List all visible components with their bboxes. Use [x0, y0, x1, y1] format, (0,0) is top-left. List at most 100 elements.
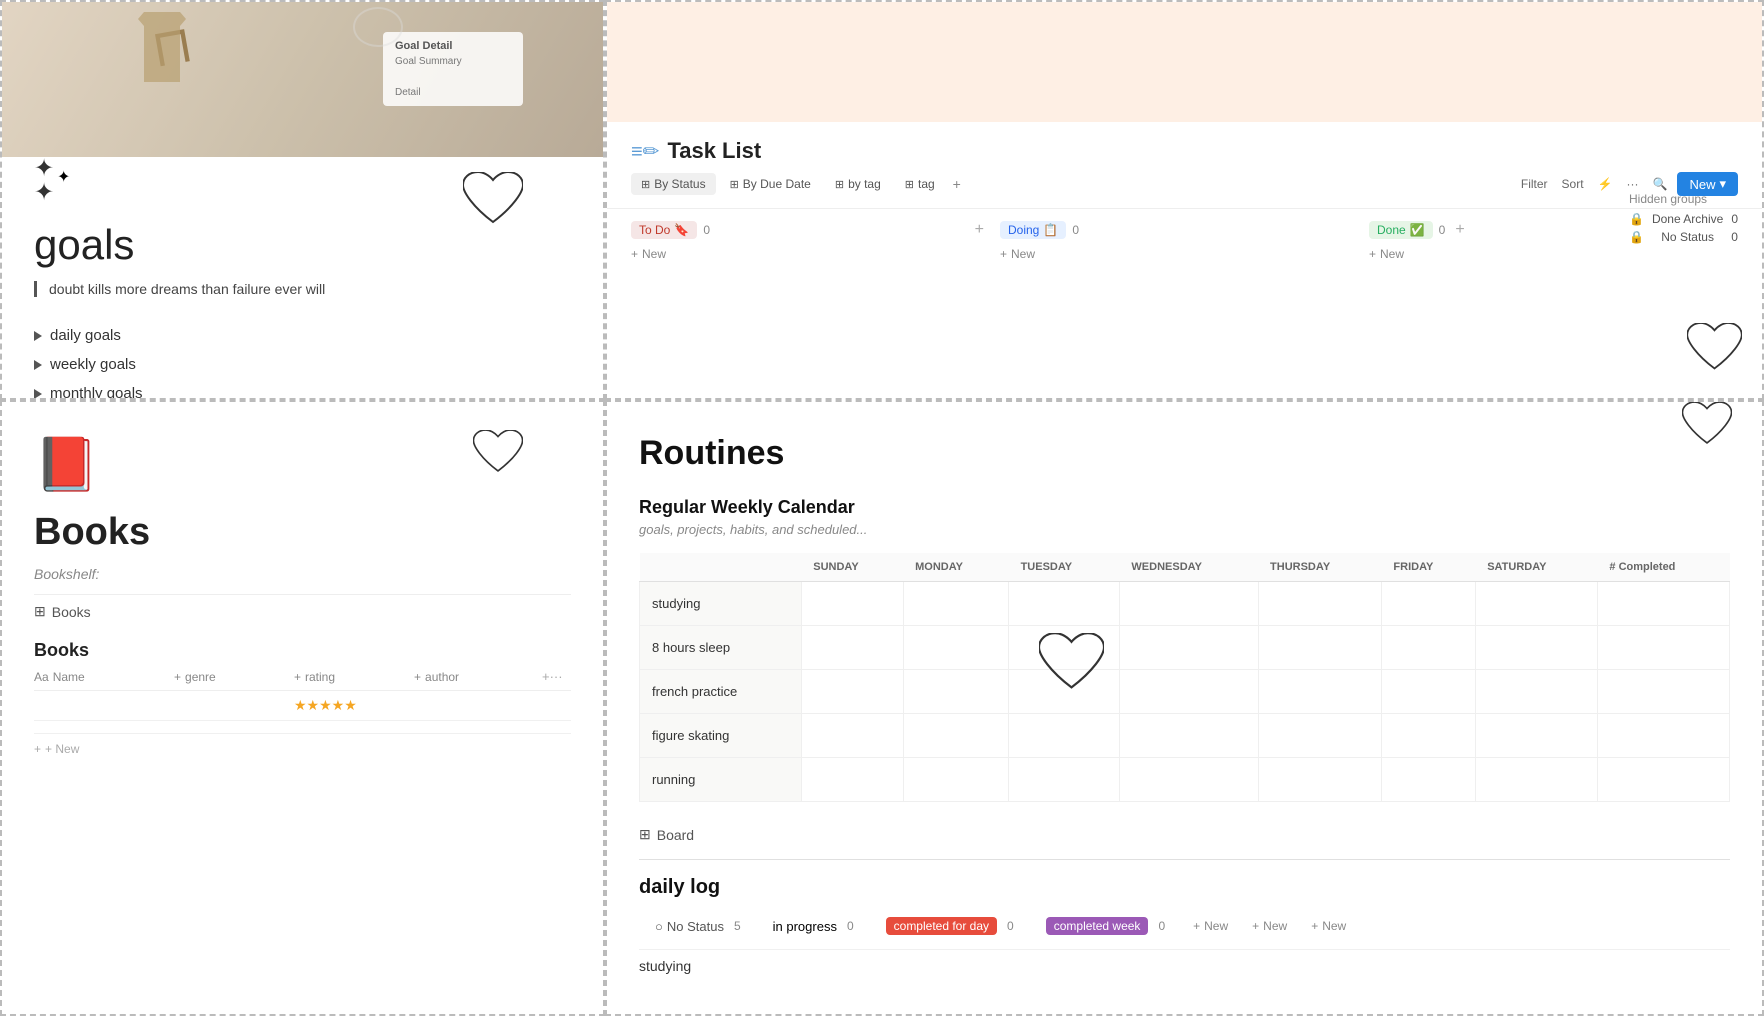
add-new-in-progress[interactable]: + New [1240, 913, 1299, 939]
fri-running[interactable] [1381, 758, 1475, 802]
fri-french[interactable] [1381, 670, 1475, 714]
sparkles-icon: ✦✦ [34, 157, 54, 205]
mon-skating[interactable] [903, 714, 1008, 758]
add-todo-button[interactable]: + [975, 221, 984, 239]
sort-button[interactable]: Sort [1558, 175, 1588, 193]
thu-french[interactable] [1258, 670, 1381, 714]
status-completed-week: completed week 0 [1030, 911, 1181, 941]
new-button-label: New [1689, 177, 1715, 192]
task-list-icon: ≡✏ [631, 139, 659, 164]
routines-title: Routines [639, 434, 1730, 473]
add-done-button[interactable]: + [1455, 221, 1464, 239]
completed-week-count: 0 [1158, 919, 1165, 933]
comp-skating [1597, 714, 1729, 758]
board-label: Board [657, 827, 694, 843]
tab-by-status-label: By Status [654, 177, 705, 191]
books-table-title: Books [34, 640, 571, 661]
tue-studying[interactable] [1009, 582, 1120, 626]
thu-skating[interactable] [1258, 714, 1381, 758]
add-tab-button[interactable]: + [949, 176, 965, 192]
doing-count: 0 [1072, 223, 1079, 237]
search-button[interactable]: 🔍 [1649, 175, 1672, 193]
tab-by-due-date[interactable]: ⊞ By Due Date [720, 173, 821, 195]
goals-panel: ⊓ Goal Detail Goal Summary Detail ✦✦ ✦ g… [0, 0, 605, 400]
plus-icon: + [1000, 247, 1007, 261]
mon-french[interactable] [903, 670, 1008, 714]
name-label: Name [53, 670, 85, 684]
sat-french[interactable] [1475, 670, 1597, 714]
sat-studying[interactable] [1475, 582, 1597, 626]
col-header-todo: To Do 🔖 0 + [631, 221, 984, 239]
goals-list-item[interactable]: weekly goals [34, 350, 571, 379]
thu-sleep[interactable] [1258, 626, 1381, 670]
sat-sleep[interactable] [1475, 626, 1597, 670]
goals-list-item[interactable]: daily goals [34, 321, 571, 350]
board-link[interactable]: ⊞ Board [639, 826, 1730, 843]
fri-studying[interactable] [1381, 582, 1475, 626]
books-title: Books [34, 511, 571, 554]
plus-icon: + [294, 670, 301, 684]
monday-header: MONDAY [903, 553, 1008, 582]
wed-french[interactable] [1119, 670, 1258, 714]
table-header-row: SUNDAY MONDAY TUESDAY WEDNESDAY THURSDAY… [640, 553, 1730, 582]
sat-running[interactable] [1475, 758, 1597, 802]
more-cols-button[interactable]: ··· [550, 669, 563, 684]
thursday-header: THURSDAY [1258, 553, 1381, 582]
heart-icon [1687, 323, 1742, 373]
books-table-row-2 [34, 721, 571, 734]
books-db-link[interactable]: ⊞ Books [34, 603, 571, 620]
add-new-todo[interactable]: + New [631, 247, 984, 261]
goals-quote: doubt kills more dreams than failure eve… [34, 281, 571, 297]
weekly-table-container: SUNDAY MONDAY TUESDAY WEDNESDAY THURSDAY… [639, 553, 1730, 802]
wed-running[interactable] [1119, 758, 1258, 802]
sun-french[interactable] [801, 670, 903, 714]
mon-sleep[interactable] [903, 626, 1008, 670]
plus-icon: + [34, 742, 41, 756]
fri-skating[interactable] [1381, 714, 1475, 758]
no-status-count: 0 [1731, 230, 1738, 244]
bookshelf-label: Bookshelf: [34, 566, 571, 582]
books-table-row: ★★★★★ [34, 691, 571, 721]
section-divider [639, 859, 1730, 860]
comp-studying [1597, 582, 1729, 626]
tab-by-status[interactable]: ⊞ By Status [631, 173, 716, 195]
tue-running[interactable] [1009, 758, 1120, 802]
plus-icon: + [1193, 919, 1200, 933]
book-rating-cell[interactable]: ★★★★★ [294, 697, 414, 714]
goals-list: daily goals weekly goals monthly goals [34, 321, 571, 400]
add-col-button[interactable]: + [542, 669, 550, 684]
add-new-no-status[interactable]: + New [1181, 913, 1240, 939]
tab-by-tag[interactable]: ⊞ by tag [825, 173, 891, 195]
thu-studying[interactable] [1258, 582, 1381, 626]
sat-skating[interactable] [1475, 714, 1597, 758]
add-new-label: New [1380, 247, 1404, 261]
sun-sleep[interactable] [801, 626, 903, 670]
more-button[interactable]: ··· [1623, 175, 1643, 193]
add-new-completed-day[interactable]: + New [1299, 913, 1358, 939]
tab-tag[interactable]: ⊞ tag [895, 173, 945, 195]
sun-running[interactable] [801, 758, 903, 802]
new-label: New [1204, 919, 1228, 933]
sun-studying[interactable] [801, 582, 903, 626]
tue-skating[interactable] [1009, 714, 1120, 758]
filter-button[interactable]: Filter [1517, 175, 1552, 193]
lightning-button[interactable]: ⚡ [1594, 175, 1617, 193]
mon-running[interactable] [903, 758, 1008, 802]
daily-log-item-studying[interactable]: studying [639, 949, 1730, 982]
fri-sleep[interactable] [1381, 626, 1475, 670]
add-new-book[interactable]: + + New [34, 742, 571, 756]
rating-label: rating [305, 670, 335, 684]
wed-studying[interactable] [1119, 582, 1258, 626]
task-col-todo: To Do 🔖 0 + + New [631, 221, 1000, 261]
add-new-doing[interactable]: + New [1000, 247, 1353, 261]
wed-sleep[interactable] [1119, 626, 1258, 670]
sun-skating[interactable] [801, 714, 903, 758]
mon-studying[interactable] [903, 582, 1008, 626]
wed-skating[interactable] [1119, 714, 1258, 758]
lock-icon: 🔒 [1629, 230, 1644, 244]
goals-list-item[interactable]: monthly goals [34, 379, 571, 400]
add-new-done[interactable]: + New [1369, 247, 1722, 261]
heart-icon [463, 172, 523, 227]
in-progress-count: 0 [847, 919, 854, 933]
thu-running[interactable] [1258, 758, 1381, 802]
